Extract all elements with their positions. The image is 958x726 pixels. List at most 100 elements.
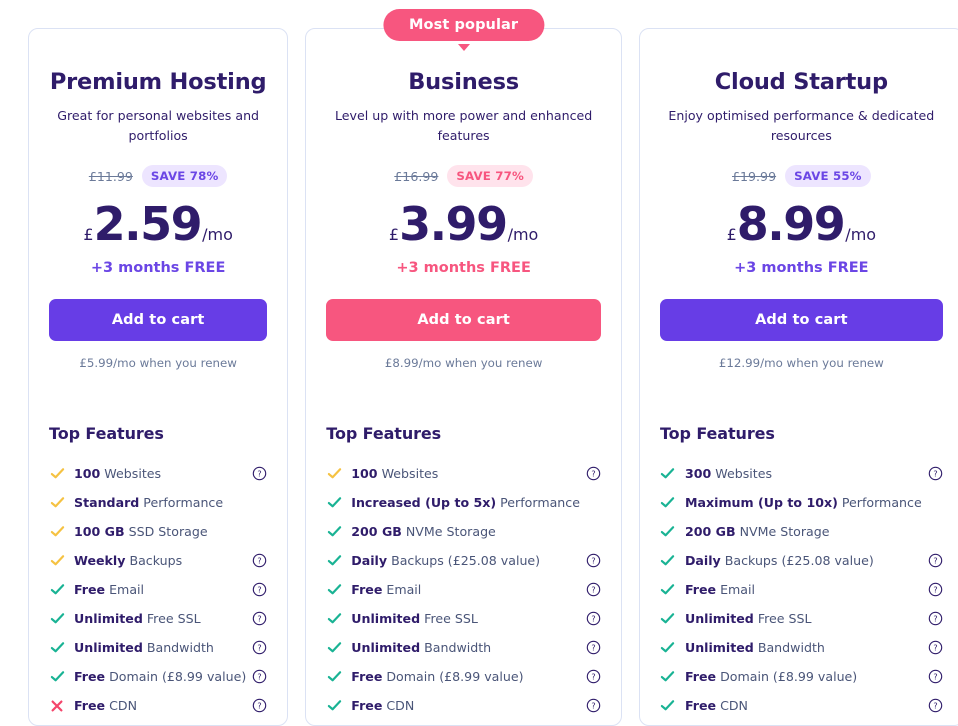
currency-symbol: £ [83,225,94,245]
price-amount: 3.99 [399,197,508,252]
feature-label: Unlimited Free SSL [74,611,246,626]
help-circle-icon[interactable]: ? [586,582,601,597]
feature-description: Backups [125,553,183,569]
plan-description: Enjoy optimised performance & dedicated … [668,108,935,143]
help-circle-icon[interactable]: ? [586,698,601,713]
feature-item: Daily Backups (£25.08 value)? [660,546,943,575]
pricing-plans-grid: Premium Hosting Great for personal websit… [0,0,958,726]
feature-item: Unlimited Bandwidth? [49,633,267,662]
feature-label: Unlimited Bandwidth [351,640,580,655]
feature-description: SSD Storage [124,524,208,540]
svg-text:?: ? [591,470,595,479]
svg-text:?: ? [933,644,937,653]
feature-label: Free Domain (£8.99 value) [74,669,246,684]
feature-description: Email [382,582,422,598]
svg-text:?: ? [591,586,595,595]
plan-card-cloud-startup: Cloud Startup Enjoy optimised performance… [638,28,958,726]
plan-card-business: Most popular Business Level up with more p… [305,9,622,726]
discount-row: £11.99 SAVE 78% [89,165,228,188]
feature-description: Websites [377,466,439,482]
features-list: 300 Websites? Maximum (Up to 10x) Perform… [660,459,943,726]
help-circle-icon[interactable]: ? [586,553,601,568]
current-price: £2.59/mo [83,201,232,247]
help-circle-icon[interactable]: ? [586,640,601,655]
help-circle-icon[interactable]: ? [928,669,943,684]
help-circle-icon[interactable]: ? [586,466,601,481]
feature-description: Free SSL [420,611,478,627]
free-months-note: +3 months FREE [734,260,869,277]
feature-description: CDN [105,698,138,714]
feature-item: Dedicated IP Address? [660,720,943,726]
svg-text:?: ? [258,673,262,682]
help-circle-icon[interactable]: ? [928,611,943,626]
check-icon [660,582,676,597]
help-icon-placeholder [252,495,267,510]
plan-name: Cloud Startup [714,69,888,95]
feature-item: Unlimited Bandwidth? [660,633,943,662]
feature-value: Unlimited [684,611,754,627]
svg-text:?: ? [933,557,937,566]
feature-item: 100 GB SSD Storage [49,517,267,546]
svg-text:?: ? [258,557,262,566]
check-icon [660,553,676,568]
help-circle-icon[interactable]: ? [252,611,267,626]
feature-value: Free [351,582,383,598]
help-circle-icon[interactable]: ? [928,698,943,713]
help-circle-icon[interactable]: ? [252,669,267,684]
feature-value: Free [684,669,717,685]
svg-text:?: ? [591,702,595,711]
save-badge: SAVE 78% [141,165,228,188]
add-to-cart-button[interactable]: Add to cart [659,299,943,342]
check-icon [49,611,65,626]
feature-label: 100 Websites [351,466,580,481]
feature-value: Weekly [74,553,126,569]
feature-label: Unlimited Free SSL [351,611,580,626]
help-circle-icon[interactable]: ? [252,466,267,481]
feature-description: NVMe Storage [401,524,496,540]
feature-label: Free CDN [685,698,922,713]
feature-description: Performance [496,495,580,511]
cross-icon [49,699,65,713]
feature-value: Unlimited [684,640,754,656]
help-circle-icon[interactable]: ? [586,611,601,626]
help-circle-icon[interactable]: ? [252,640,267,655]
price-period: /mo [507,225,539,245]
current-price: £8.99/mo [727,201,876,247]
original-price: £19.99 [732,168,777,184]
renewal-price-note: £12.99/mo when you renew [718,356,884,371]
feature-item: 200 GB NVMe Storage [326,517,601,546]
renewal-price-note: £5.99/mo when you renew [79,356,237,371]
check-icon [660,698,676,713]
help-circle-icon[interactable]: ? [252,698,267,713]
help-circle-icon[interactable]: ? [928,582,943,597]
feature-description: CDN [716,698,748,714]
feature-value: Daily [684,553,721,569]
help-circle-icon[interactable]: ? [928,466,943,481]
add-to-cart-button[interactable]: Add to cart [49,299,268,342]
feature-item: Free Email? [660,575,943,604]
check-icon [326,611,342,626]
feature-value: Free [74,582,106,598]
svg-text:?: ? [591,557,595,566]
check-icon [49,524,65,539]
feature-label: Unlimited Bandwidth [74,640,246,655]
svg-text:?: ? [258,644,262,653]
feature-description: Bandwidth [142,640,214,656]
check-icon [326,640,342,655]
features-heading: Top Features [49,424,164,444]
feature-item: Dedicated IP Address? [326,720,601,726]
svg-text:?: ? [258,702,262,711]
help-circle-icon[interactable]: ? [586,669,601,684]
svg-text:?: ? [258,470,262,479]
help-circle-icon[interactable]: ? [928,640,943,655]
feature-value: 300 [684,466,712,482]
help-circle-icon[interactable]: ? [928,553,943,568]
add-to-cart-button[interactable]: Add to cart [326,299,601,342]
help-circle-icon[interactable]: ? [252,582,267,597]
feature-item: Unlimited Free SSL? [49,604,267,633]
feature-description: Performance [139,495,224,511]
price-amount: 2.59 [93,197,203,252]
help-circle-icon[interactable]: ? [252,553,267,568]
feature-label: Free CDN [351,698,580,713]
help-icon-placeholder [928,524,943,539]
